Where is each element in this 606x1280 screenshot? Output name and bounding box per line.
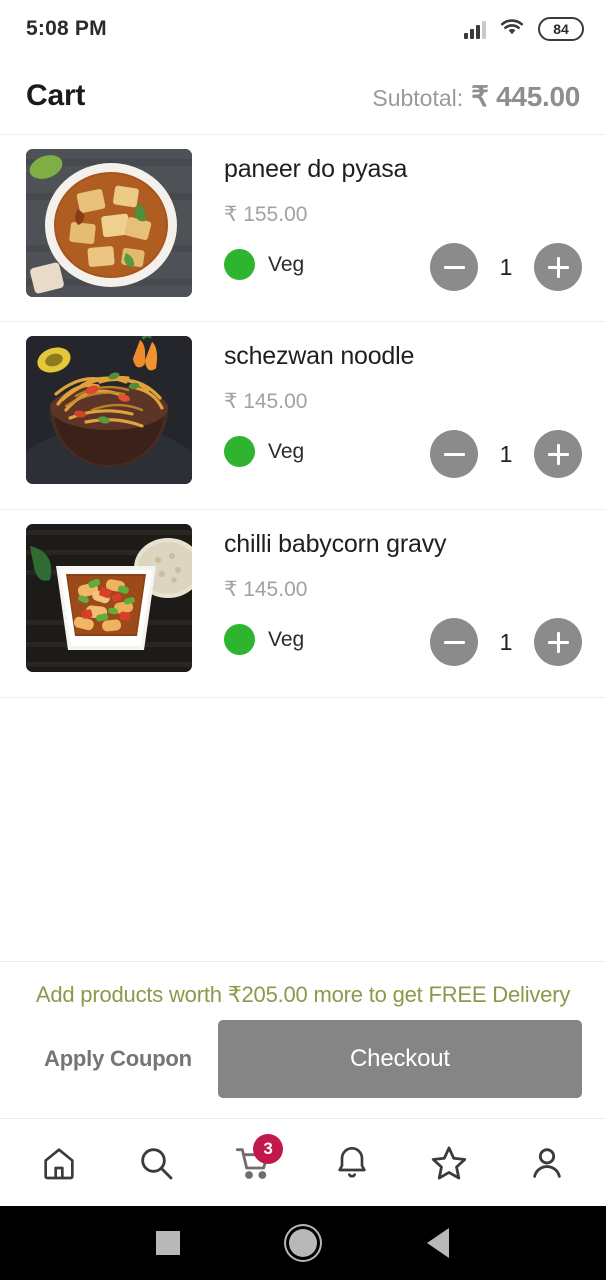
cart-item-row[interactable]: paneer do pyasa ₹ 155.00 Veg 1 [0, 134, 606, 322]
search-icon [136, 1143, 176, 1183]
empty-list-space [0, 698, 606, 961]
apply-coupon-button[interactable]: Apply Coupon [24, 1046, 192, 1072]
recents-button[interactable] [138, 1213, 198, 1273]
nav-item-notifications[interactable] [321, 1132, 383, 1194]
item-details: chilli babycorn gravy ₹ 145.00 Veg 1 [192, 524, 582, 672]
item-name: chilli babycorn gravy [224, 530, 447, 558]
item-name: paneer do pyasa [224, 155, 408, 183]
cart-item-row[interactable]: schezwan noodle ₹ 145.00 Veg 1 [0, 322, 606, 510]
page-header: Cart Subtotal: ₹ 445.00 [0, 58, 606, 134]
checkout-button[interactable]: Checkout [217, 1020, 582, 1098]
diet-label: Veg [268, 439, 305, 463]
status-icon-group: 84 [464, 17, 584, 42]
bell-icon [332, 1143, 372, 1183]
item-thumbnail[interactable] [26, 149, 192, 297]
cart-item-list: paneer do pyasa ₹ 155.00 Veg 1 schezwan … [0, 134, 606, 961]
plus-icon-vertical [556, 443, 560, 465]
item-thumbnail[interactable] [26, 524, 192, 672]
plus-icon-vertical [556, 631, 560, 653]
person-icon [527, 1143, 567, 1183]
status-bar: 5:08 PM 84 [0, 0, 606, 58]
diet-label: Veg [268, 627, 305, 651]
wifi-icon [499, 17, 525, 42]
subtotal-display: Subtotal: ₹ 445.00 [372, 80, 580, 113]
triangle-back-icon [427, 1228, 450, 1258]
nav-item-profile[interactable] [516, 1132, 578, 1194]
decrease-quantity-button[interactable] [430, 618, 478, 666]
square-recents-icon [155, 1231, 180, 1255]
veg-dot-icon [224, 436, 255, 467]
minus-icon [443, 452, 465, 456]
item-price: ₹ 145.00 [224, 578, 308, 601]
subtotal-value: ₹ 445.00 [471, 80, 580, 112]
back-button[interactable] [408, 1213, 468, 1273]
home-icon [39, 1143, 79, 1183]
quantity-value: 1 [499, 628, 513, 655]
star-icon [428, 1142, 470, 1184]
item-details: paneer do pyasa ₹ 155.00 Veg 1 [192, 149, 582, 297]
nav-item-cart[interactable]: 3 [223, 1132, 285, 1194]
nav-item-home[interactable] [28, 1132, 90, 1194]
battery-icon: 84 [538, 17, 584, 41]
quantity-value: 1 [499, 253, 513, 280]
minus-icon [443, 640, 465, 644]
nav-item-favorites[interactable] [418, 1132, 480, 1194]
increase-quantity-button[interactable] [534, 430, 582, 478]
checkout-row: Apply Coupon Checkout [0, 1020, 606, 1118]
free-delivery-promo: Add products worth ₹205.00 more to get F… [35, 982, 571, 1007]
increase-quantity-button[interactable] [534, 618, 582, 666]
status-time: 5:08 PM [26, 17, 107, 40]
increase-quantity-button[interactable] [534, 243, 582, 291]
item-price: ₹ 145.00 [224, 390, 308, 413]
signal-bars-icon [464, 20, 486, 39]
android-system-nav [0, 1206, 606, 1280]
decrease-quantity-button[interactable] [430, 243, 478, 291]
item-name: schezwan noodle [224, 342, 415, 370]
nav-item-search[interactable] [125, 1132, 187, 1194]
minus-icon [443, 265, 465, 269]
item-thumbnail[interactable] [26, 336, 192, 484]
cart-badge-count: 3 [253, 1133, 284, 1164]
plus-icon-vertical [556, 256, 560, 278]
quantity-stepper: 1 [430, 430, 582, 478]
circle-home-icon [288, 1229, 317, 1257]
quantity-stepper: 1 [430, 243, 582, 291]
home-button[interactable] [273, 1213, 333, 1273]
decrease-quantity-button[interactable] [430, 430, 478, 478]
phone-screen: 5:08 PM 84 Cart Subtotal: ₹ 445.00 panee… [0, 0, 606, 1280]
bottom-navigation-bar: 3 [0, 1118, 606, 1206]
page-title: Cart [26, 79, 86, 112]
item-price: ₹ 155.00 [224, 203, 308, 226]
diet-label: Veg [268, 252, 305, 276]
subtotal-label: Subtotal: [372, 84, 464, 111]
veg-dot-icon [224, 624, 255, 655]
quantity-stepper: 1 [430, 618, 582, 666]
veg-dot-icon [224, 249, 255, 280]
quantity-value: 1 [499, 440, 513, 467]
cart-item-row[interactable]: chilli babycorn gravy ₹ 145.00 Veg 1 [0, 510, 606, 698]
item-details: schezwan noodle ₹ 145.00 Veg 1 [192, 336, 582, 484]
checkout-bar: Add products worth ₹205.00 more to get F… [0, 961, 606, 1118]
